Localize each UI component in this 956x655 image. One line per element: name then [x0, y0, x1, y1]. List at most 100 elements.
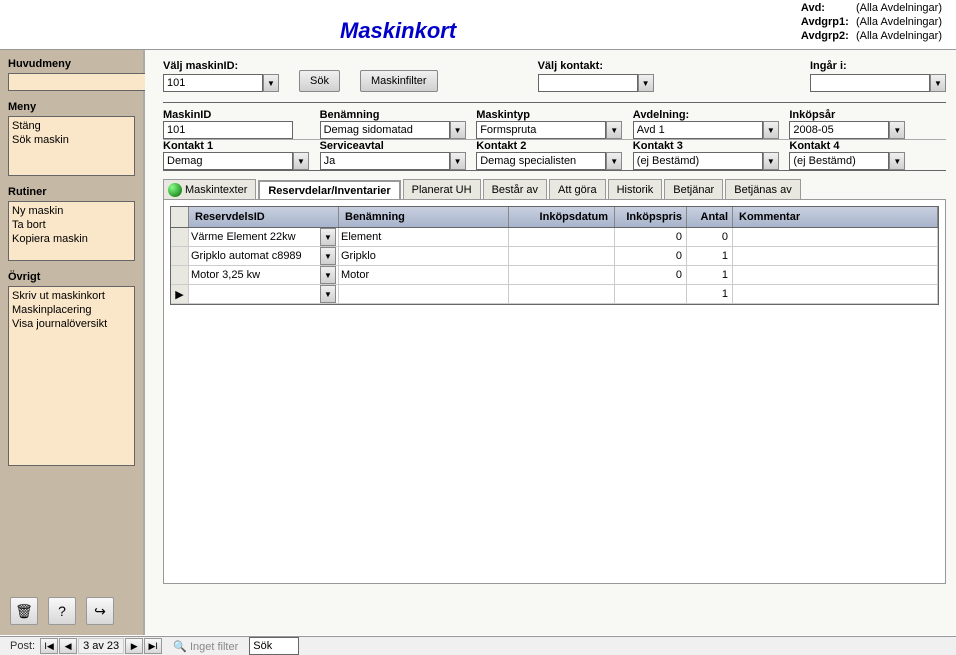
cell-id-dropdown[interactable]: ▼	[320, 247, 336, 265]
th-name[interactable]: Benämning	[339, 207, 509, 227]
cell-date[interactable]	[509, 266, 615, 284]
nav-first-icon[interactable]: I◀	[40, 638, 58, 654]
cell-id[interactable]: ▼	[189, 285, 339, 303]
typ-input[interactable]	[476, 121, 606, 139]
k2-input[interactable]	[476, 152, 606, 170]
cell-name[interactable]: Element	[339, 228, 509, 246]
tab-planerat[interactable]: Planerat UH	[403, 179, 481, 200]
table-row[interactable]: Värme Element 22kw▼Element 00	[171, 228, 938, 247]
tab-attgora[interactable]: Att göra	[549, 179, 606, 200]
k1-dropdown[interactable]: ▼	[293, 152, 309, 170]
cell-id[interactable]: Gripklo automat c8989▼	[189, 247, 339, 265]
k4-input[interactable]	[789, 152, 889, 170]
cell-qty[interactable]: 1	[687, 285, 733, 303]
typ-dropdown[interactable]: ▼	[606, 121, 622, 139]
cell-price[interactable]: 0	[615, 228, 687, 246]
cell-name[interactable]: Motor	[339, 266, 509, 284]
cell-price[interactable]: 0	[615, 247, 687, 265]
th-qty[interactable]: Antal	[687, 207, 733, 227]
cell-qty[interactable]: 1	[687, 247, 733, 265]
huvudmeny-input[interactable]	[8, 73, 152, 91]
avdgrp2-value: (Alla Avdelningar)	[856, 30, 942, 42]
cell-date[interactable]	[509, 285, 615, 303]
th-comment[interactable]: Kommentar	[733, 207, 938, 227]
cell-date[interactable]	[509, 247, 615, 265]
benamn-input[interactable]	[320, 121, 450, 139]
valj-maskin-label: Välj maskinID:	[163, 60, 279, 72]
cell-qty[interactable]: 1	[687, 266, 733, 284]
tab-maskintexter[interactable]: Maskintexter	[163, 179, 256, 200]
ovrigt-item-skrivut[interactable]: Skriv ut maskinkort	[11, 289, 132, 303]
cell-id-dropdown[interactable]: ▼	[320, 228, 336, 246]
rutiner-item-tabort[interactable]: Ta bort	[11, 218, 132, 232]
tab-historik[interactable]: Historik	[608, 179, 663, 200]
nav-next-icon[interactable]: ▶	[125, 638, 143, 654]
cell-id-dropdown[interactable]: ▼	[320, 285, 336, 303]
avd-dropdown[interactable]: ▼	[763, 121, 779, 139]
serv-input[interactable]	[320, 152, 450, 170]
inkop-dropdown[interactable]: ▼	[889, 121, 905, 139]
benamn-dropdown[interactable]: ▼	[450, 121, 466, 139]
k3-dropdown[interactable]: ▼	[763, 152, 779, 170]
row-selector[interactable]	[171, 247, 189, 265]
maskinid-input[interactable]	[163, 121, 293, 139]
th-price[interactable]: Inköpspris	[615, 207, 687, 227]
cell-name[interactable]: Gripklo	[339, 247, 509, 265]
k3-input[interactable]	[633, 152, 763, 170]
k4-dropdown[interactable]: ▼	[889, 152, 905, 170]
inkop-input[interactable]	[789, 121, 889, 139]
k2-dropdown[interactable]: ▼	[606, 152, 622, 170]
table-row[interactable]: Gripklo automat c8989▼Gripklo 01	[171, 247, 938, 266]
nav-prev-icon[interactable]: ◀	[59, 638, 77, 654]
rutiner-label: Rutiner	[8, 186, 135, 198]
nofilter-label: 🔍 Inget filter	[173, 640, 238, 653]
tab-betjanar[interactable]: Betjänar	[664, 179, 723, 200]
valj-kontakt-input[interactable]	[538, 74, 638, 92]
valj-maskin-input[interactable]	[163, 74, 263, 92]
maskinfilter-button[interactable]: Maskinfilter	[360, 70, 438, 92]
exit-icon[interactable]: ↪	[86, 597, 114, 625]
cell-id[interactable]: Värme Element 22kw▼	[189, 228, 339, 246]
valj-kontakt-dropdown[interactable]: ▼	[638, 74, 654, 92]
th-id[interactable]: ReservdelsID	[189, 207, 339, 227]
sok-button[interactable]: Sök	[299, 70, 340, 92]
cell-price[interactable]	[615, 285, 687, 303]
cell-comment[interactable]	[733, 228, 938, 246]
row-selector[interactable]	[171, 228, 189, 246]
ovrigt-item-journal[interactable]: Visa journalöversikt	[11, 317, 132, 331]
tab-reservdelar[interactable]: Reservdelar/Inventarier	[258, 180, 400, 201]
nav-last-icon[interactable]: ▶I	[144, 638, 162, 654]
table-row[interactable]: Motor 3,25 kw▼Motor 01	[171, 266, 938, 285]
k1-input[interactable]	[163, 152, 293, 170]
tabs: Maskintexter Reservdelar/Inventarier Pla…	[163, 179, 946, 200]
serv-dropdown[interactable]: ▼	[450, 152, 466, 170]
help-icon[interactable]: ?	[48, 597, 76, 625]
cell-id[interactable]: Motor 3,25 kw▼	[189, 266, 339, 284]
cell-id-dropdown[interactable]: ▼	[320, 266, 336, 284]
tab-betjanasav[interactable]: Betjänas av	[725, 179, 800, 200]
ingar-dropdown[interactable]: ▼	[930, 74, 946, 92]
tab-bestar[interactable]: Består av	[483, 179, 547, 200]
trash-icon[interactable]: 🗑	[10, 597, 38, 625]
avd-input[interactable]	[633, 121, 763, 139]
cell-price[interactable]: 0	[615, 266, 687, 284]
th-date[interactable]: Inköpsdatum	[509, 207, 615, 227]
row-selector[interactable]: ▶	[171, 285, 189, 303]
meny-item-stang[interactable]: Stäng	[11, 119, 132, 133]
rutiner-item-ny[interactable]: Ny maskin	[11, 204, 132, 218]
cell-date[interactable]	[509, 228, 615, 246]
ovrigt-item-placering[interactable]: Maskinplacering	[11, 303, 132, 317]
ingar-input[interactable]	[810, 74, 930, 92]
rutiner-item-kopiera[interactable]: Kopiera maskin	[11, 232, 132, 246]
cell-name[interactable]	[339, 285, 509, 303]
row-selector[interactable]	[171, 266, 189, 284]
page-title: Maskinkort	[340, 18, 456, 44]
status-search-input[interactable]	[249, 637, 299, 655]
cell-qty[interactable]: 0	[687, 228, 733, 246]
cell-comment[interactable]	[733, 266, 938, 284]
meny-item-sok[interactable]: Sök maskin	[11, 133, 132, 147]
table-row[interactable]: ▶ ▼ 1	[171, 285, 938, 304]
cell-comment[interactable]	[733, 247, 938, 265]
cell-comment[interactable]	[733, 285, 938, 303]
valj-maskin-dropdown[interactable]: ▼	[263, 74, 279, 92]
